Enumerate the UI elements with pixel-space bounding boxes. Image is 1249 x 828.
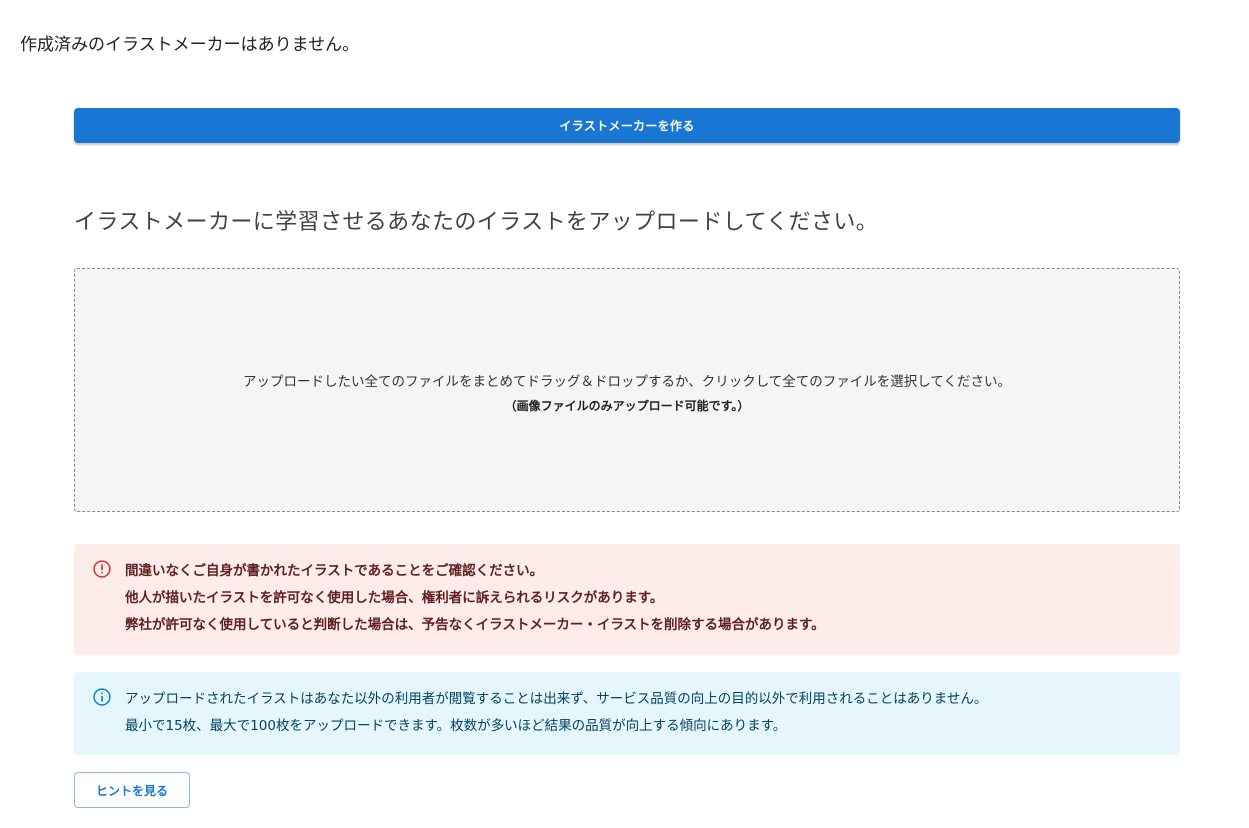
create-illust-maker-button[interactable]: イラストメーカーを作る bbox=[74, 108, 1180, 143]
copyright-warning-alert: 間違いなくご自身が書かれたイラストであることをご確認ください。 他人が描いたイラ… bbox=[74, 544, 1180, 655]
upload-heading: イラストメーカーに学習させるあなたのイラストをアップロードしてください。 bbox=[74, 210, 879, 235]
warning-line: 弊社が許可なく使用していると判断した場合は、予告なくイラストメーカー・イラストを… bbox=[125, 617, 825, 633]
info-outline-icon bbox=[92, 687, 112, 707]
privacy-info-alert: アップロードされたイラストはあなた以外の利用者が閲覧することは出来ず、サービス品… bbox=[74, 672, 1180, 755]
warning-line: 間違いなくご自身が書かれたイラストであることをご確認ください。 bbox=[125, 563, 544, 579]
dropzone-file-type-note: （画像ファイルのみアップロード可能です。） bbox=[504, 399, 750, 413]
file-dropzone[interactable]: アップロードしたい全てのファイルをまとめてドラッグ＆ドロップするか、クリックして… bbox=[74, 268, 1180, 512]
illust-maker-page: 作成済みのイラストメーカーはありません。 イラストメーカーを作る イラストメーカ… bbox=[0, 0, 1249, 828]
no-makers-message: 作成済みのイラストメーカーはありません。 bbox=[20, 35, 360, 55]
show-hints-button[interactable]: ヒントを見る bbox=[74, 772, 190, 808]
error-outline-icon bbox=[92, 559, 112, 579]
dropzone-instructions: アップロードしたい全てのファイルをまとめてドラッグ＆ドロップするか、クリックして… bbox=[242, 374, 1011, 390]
warning-line: 他人が描いたイラストを許可なく使用した場合、権利者に訴えられるリスクがあります。 bbox=[125, 590, 664, 606]
info-line: アップロードされたイラストはあなた以外の利用者が閲覧することは出来ず、サービス品… bbox=[125, 691, 988, 707]
info-line: 最小で15枚、最大で100枚をアップロードできます。枚数が多いほど結果の品質が向… bbox=[125, 718, 787, 734]
